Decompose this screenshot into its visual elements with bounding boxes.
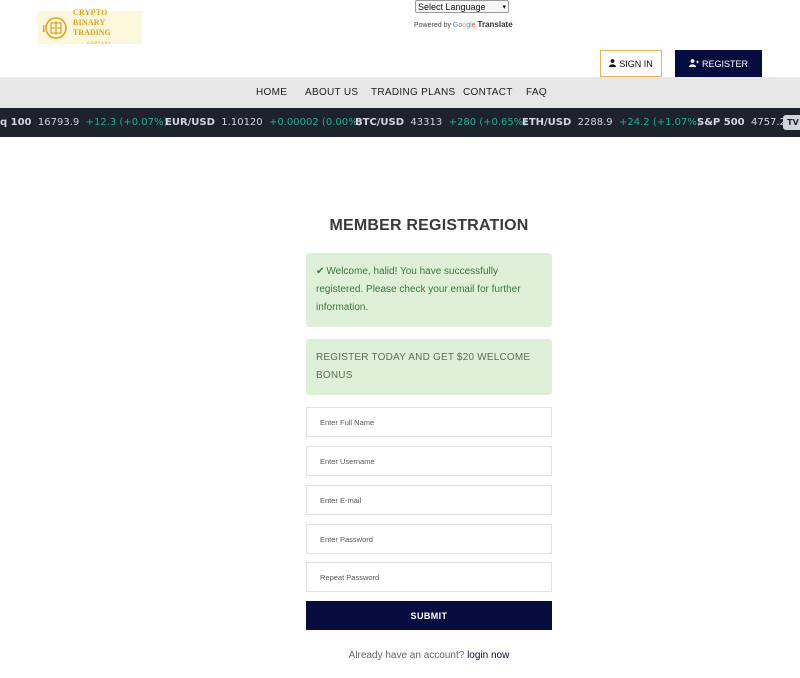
logo-tagline: COMPANY [87,40,112,45]
powered-by-google-translate: Powered by Google Translate [414,20,513,29]
bonus-message: REGISTER TODAY AND GET $20 WELCOME BONUS [316,352,531,381]
logo-subtitle: TRADING [73,27,111,37]
ticker-item[interactable]: ETH/USD 2288.9 +24.2 (+1.07%) [522,108,701,137]
logo-title: CRYPTO BINARY [73,7,108,27]
ticker-price: 1.10120 [221,117,263,128]
nav-trading-plans[interactable]: TRADING PLANS [371,77,455,108]
nav-home[interactable]: HOME [256,77,287,108]
brand-logo[interactable]: I CRYPTO BINARY TRADING COMPANY [38,7,142,45]
logo-emblem-icon: I [41,13,71,43]
google-wordmark[interactable]: Google [453,22,476,29]
success-message: Welcome, halid! You have successfully re… [316,266,521,313]
login-now-link[interactable]: login now [467,650,509,661]
page-title: MEMBER REGISTRATION [329,217,529,234]
svg-text:I: I [42,24,46,34]
sign-in-button[interactable]: SIGN IN [600,50,662,77]
ticker-symbol: EUR/USD [165,117,215,128]
translate-label: Translate [477,20,513,29]
ticker-change: +24.2 (+1.07%) [619,117,701,128]
sign-in-label: SIGN IN [619,58,653,69]
language-select[interactable]: Select Language ▾ [415,0,509,13]
user-plus-icon [688,58,699,69]
username-field[interactable] [306,446,552,476]
nav-faq[interactable]: FAQ [526,77,547,108]
ticker-price: 2288.9 [577,117,613,128]
submit-button[interactable]: SUBMIT [306,601,552,630]
success-alert: ✔ Welcome, halid! You have successfully r… [306,253,552,327]
ticker-price: 16793.9 [37,117,80,128]
ticker-price: 43313 [410,117,443,128]
login-prompt-text: Already have an account? [348,650,465,661]
ticker-symbol: BTC/USD [355,117,405,128]
ticker-item[interactable]: q 100 16793.9 +12.3 (+0.07%) [0,108,167,137]
full-name-field[interactable] [306,407,552,437]
ticker-change: +280 (+0.65%) [448,117,528,128]
tradingview-logo-icon[interactable]: TV [783,115,800,130]
checkmark-icon: ✔ [316,266,325,277]
main-navigation: HOME ABOUT US TRADING PLANS CONTACT FAQ [0,77,800,108]
ticker-item[interactable]: BTC/USD 43313 +280 (+0.65%) [355,108,527,137]
ticker-symbol: S&P 500 [697,117,745,128]
bonus-alert: REGISTER TODAY AND GET $20 WELCOME BONUS [306,339,552,395]
nav-about-us[interactable]: ABOUT US [305,77,358,108]
password-field[interactable] [306,524,552,554]
ticker-item[interactable]: S&P 500 4757.2 [697,108,786,137]
nav-contact[interactable]: CONTACT [463,77,513,108]
price-ticker[interactable]: q 100 16793.9 +12.3 (+0.07%) EUR/USD 1.1… [0,108,800,137]
ticker-change: +12.3 (+0.07%) [85,117,168,128]
user-icon [609,58,617,69]
language-select-value: Select Language [418,1,486,12]
register-button[interactable]: REGISTER [675,50,762,77]
powered-by-label: Powered by [414,22,451,29]
ticker-item[interactable]: EUR/USD 1.10120 +0.00002 (0.00%) [165,108,362,137]
ticker-price: 4757.2 [750,117,786,128]
chevron-down-icon: ▾ [502,3,506,11]
login-prompt: Already have an account? login now [0,650,800,661]
ticker-change: +0.00002 (0.00%) [269,117,362,128]
register-label: REGISTER [701,58,748,69]
ticker-symbol: ETH/USD [522,117,572,128]
email-field[interactable] [306,485,552,515]
ticker-symbol: q 100 [0,117,32,128]
repeat-password-field[interactable] [306,562,552,592]
